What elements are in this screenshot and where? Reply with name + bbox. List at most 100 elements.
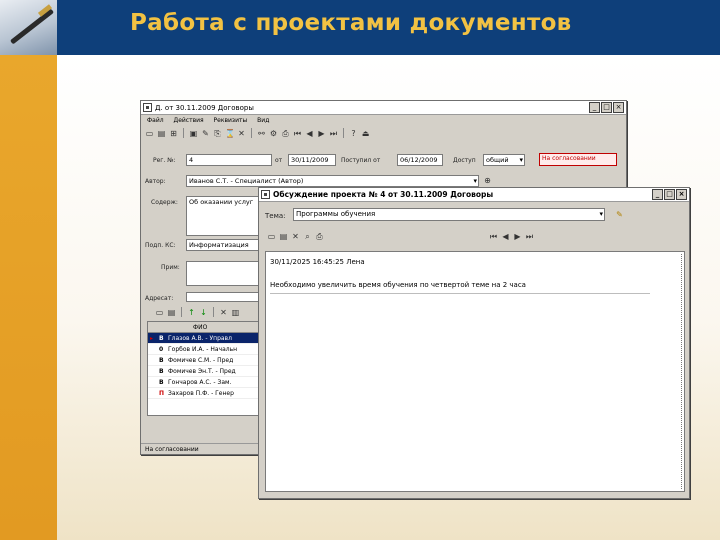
scroll-guide (681, 254, 682, 489)
delete-icon[interactable]: ✕ (237, 129, 246, 138)
table-row[interactable]: 0 Горбов И.А. - Начальн (148, 344, 262, 355)
app-icon (143, 103, 152, 112)
main-toolbar: ▭ ▤ ⊞ ▣ ✎ ⎘ ⌛ ✕ ⚯ ⚙ ⎙ ⏮ ◀ ▶ ⏭ ? ⏏ (141, 126, 626, 140)
table-header: ФИО (148, 322, 262, 333)
pen-logo-icon (0, 0, 57, 55)
signer-label: Подп. КС: (145, 242, 176, 249)
topic-select[interactable]: Программы обучения (293, 208, 605, 221)
discussion-titlebar: Обсуждение проекта № 4 от 30.11.2009 Дог… (259, 188, 689, 202)
grid-new-icon[interactable]: ▭ (155, 308, 164, 317)
toolbar-separator (213, 307, 214, 317)
exit-icon[interactable]: ⏏ (361, 129, 370, 138)
new-message-icon[interactable]: ▭ (267, 232, 276, 241)
move-down-icon[interactable]: ↓ (199, 308, 208, 317)
author-select[interactable]: Иванов С.Т. - Специалист (Автор) (186, 175, 479, 187)
note-label: Прим: (161, 264, 180, 271)
table-row[interactable]: ▸ В Глазов А.В. - Управл (148, 333, 262, 344)
menu-bar: Файл Действия Реквизиты Вид (141, 115, 626, 126)
access-select[interactable]: общий (483, 154, 525, 166)
close-button[interactable]: × (676, 189, 687, 200)
minimize-button[interactable]: _ (652, 189, 663, 200)
link-icon[interactable]: ⚯ (257, 129, 266, 138)
grid-delete-icon[interactable]: ✕ (219, 308, 228, 317)
next-record-icon[interactable]: ▶ (317, 129, 326, 138)
help-icon[interactable]: ? (349, 129, 358, 138)
copy-doc-icon[interactable]: ▤ (157, 129, 166, 138)
row-text: Захаров П.Ф. - Генер (168, 390, 234, 397)
row-state: П (159, 390, 165, 397)
row-text: Глазов А.В. - Управл (168, 335, 232, 342)
save-icon[interactable]: ▣ (189, 129, 198, 138)
close-button[interactable]: × (613, 102, 624, 113)
first-record-icon[interactable]: ⏮ (293, 129, 302, 138)
date-from-label: от (275, 157, 283, 164)
last-record-icon[interactable]: ⏭ (329, 129, 338, 138)
menu-requisites[interactable]: Реквизиты (214, 117, 248, 124)
row-text: Фомичев Эн.Т. - Пред (168, 368, 236, 375)
reg-number-label: Рег. №: (153, 157, 176, 164)
edit-icon[interactable]: ✎ (201, 129, 210, 138)
message-nav: ⏮ ◀ ▶ ⏭ (485, 230, 534, 242)
subject-label: Содерж: (151, 199, 178, 206)
settings-icon[interactable]: ⚙ (269, 129, 278, 138)
print-message-icon[interactable]: ⎙ (315, 232, 324, 241)
reply-icon[interactable]: ▤ (279, 232, 288, 241)
last-message-icon[interactable]: ⏭ (525, 232, 534, 241)
row-state: В (159, 368, 164, 375)
table-row[interactable]: В Фомичев Эн.Т. - Пред (148, 366, 262, 377)
tree-icon[interactable]: ⊞ (169, 129, 178, 138)
row-text: Гончаров А.С. - Зам. (168, 379, 232, 386)
grid-copy-icon[interactable]: ▤ (167, 308, 176, 317)
minimize-button[interactable]: _ (589, 102, 600, 113)
document-card-title: Д. от 30.11.2009 Договоры (155, 104, 254, 112)
edit-topic-icon[interactable]: ✎ (615, 210, 624, 219)
approvers-table: ФИО ▸ В Глазов А.В. - Управл 0 Горбов И.… (147, 321, 263, 416)
row-state: 0 (159, 346, 164, 353)
left-decor-band (0, 55, 57, 540)
maximize-button[interactable]: □ (664, 189, 675, 200)
row-state: В (159, 357, 164, 364)
addressee-field[interactable] (186, 292, 261, 302)
signer-field[interactable]: Информатизация (186, 239, 261, 251)
table-row[interactable]: П Захаров П.Ф. - Генер (148, 388, 262, 399)
attach-icon[interactable]: ⎘ (213, 129, 222, 138)
message-divider (270, 293, 650, 294)
subject-field[interactable]: Об оказании услуг (186, 196, 261, 236)
menu-view[interactable]: Вид (257, 117, 269, 124)
next-message-icon[interactable]: ▶ (513, 232, 522, 241)
print-icon[interactable]: ⎙ (281, 129, 290, 138)
prev-message-icon[interactable]: ◀ (501, 232, 510, 241)
prev-record-icon[interactable]: ◀ (305, 129, 314, 138)
history-icon[interactable]: ⌛ (225, 129, 235, 138)
discussion-window: Обсуждение проекта № 4 от 30.11.2009 Дог… (258, 187, 690, 499)
lookup-icon[interactable]: ⊕ (483, 176, 492, 185)
maximize-button[interactable]: □ (601, 102, 612, 113)
addressee-label: Адресат: (145, 295, 174, 302)
table-row[interactable]: В Гончаров А.С. - Зам. (148, 377, 262, 388)
slide-title: Работа с проектами документов (130, 10, 572, 36)
topic-label: Тема: (265, 212, 286, 220)
new-doc-icon[interactable]: ▭ (145, 129, 154, 138)
first-message-icon[interactable]: ⏮ (489, 232, 498, 241)
move-up-icon[interactable]: ↑ (187, 308, 196, 317)
toolbar-separator (183, 128, 184, 138)
find-icon[interactable]: ⌕ (303, 232, 312, 241)
document-card-titlebar: Д. от 30.11.2009 Договоры _ □ × (141, 101, 626, 115)
toolbar-separator (181, 307, 182, 317)
date-from-field[interactable]: 30/11/2009 (288, 154, 336, 166)
menu-actions[interactable]: Действия (174, 117, 204, 124)
row-text: Фомичев С.М. - Пред (168, 357, 234, 364)
menu-file[interactable]: Файл (147, 117, 164, 124)
row-pointer-icon: ▸ (150, 335, 154, 342)
discussion-messages[interactable]: 30/11/2025 16:45:25 Лена Необходимо увел… (265, 251, 685, 492)
toolbar-separator (251, 128, 252, 138)
author-label: Автор: (145, 178, 166, 185)
received-date-field[interactable]: 06/12/2009 (397, 154, 443, 166)
grid-edit-icon[interactable]: ▥ (231, 308, 240, 317)
note-field[interactable] (186, 261, 261, 286)
status-badge: На согласовании (539, 153, 617, 166)
delete-message-icon[interactable]: ✕ (291, 232, 300, 241)
reg-number-field[interactable]: 4 (186, 154, 272, 166)
toolbar-separator (343, 128, 344, 138)
table-row[interactable]: В Фомичев С.М. - Пред (148, 355, 262, 366)
